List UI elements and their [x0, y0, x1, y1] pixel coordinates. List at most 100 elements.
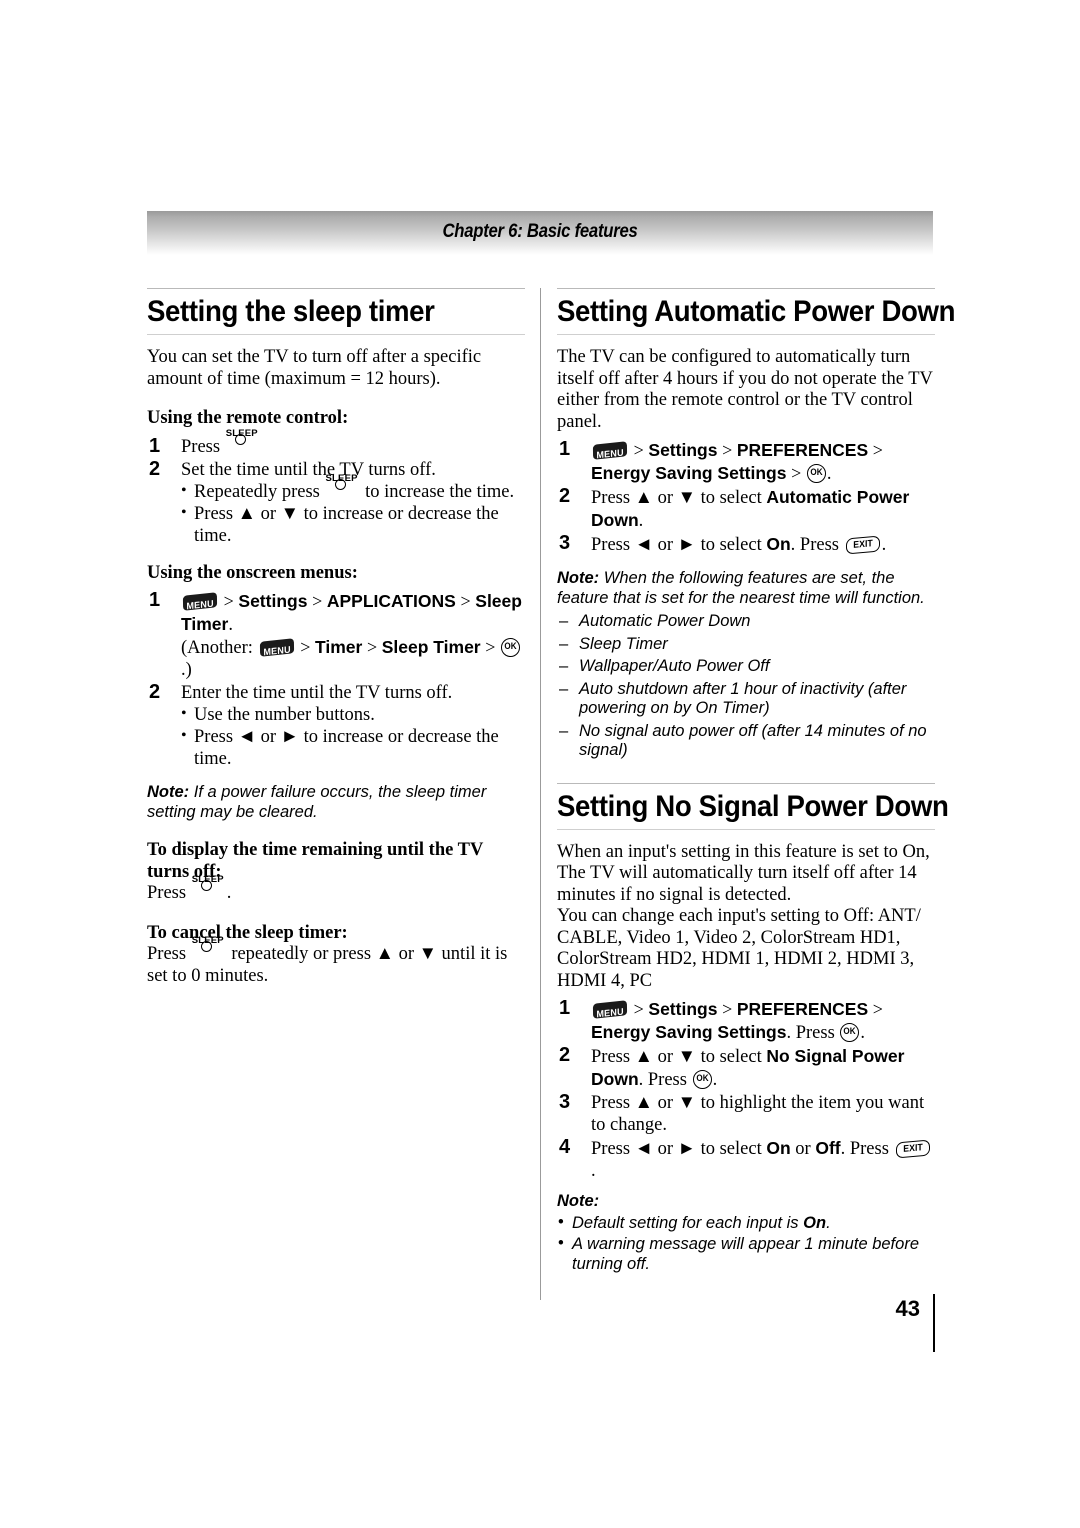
step-item: 1 MENU > Settings > APPLICATIONS > Sleep… — [147, 589, 525, 681]
step-number: 2 — [149, 457, 161, 480]
step-text: Press ▲ or ▼ to highlight the item you w… — [591, 1093, 925, 1135]
period: . — [591, 1161, 596, 1181]
ok-button-icon: OK — [840, 1023, 860, 1042]
sleep-icon-circle — [334, 478, 346, 490]
note-bullet-list: Default setting for each input is On. A … — [557, 1213, 935, 1275]
bullet-item: Press ◄ or ► to increase or decrease the… — [181, 725, 525, 770]
menu-icon-label: MENU — [186, 598, 214, 611]
intro-paragraph-2: You can change each input's setting to O… — [557, 906, 921, 991]
page-number: 43 — [895, 1296, 920, 1321]
heading-rule-top — [557, 782, 935, 784]
path-separator: > — [300, 637, 311, 657]
period: . — [228, 615, 233, 635]
path-separator: > — [460, 591, 471, 611]
note-feature-priority: Note: When the following features are se… — [557, 569, 935, 608]
note-label-block: Note: — [557, 1192, 935, 1212]
menu-button-icon: MENU — [592, 1000, 628, 1019]
step-number: 2 — [149, 681, 161, 703]
ok-button-icon: OK — [806, 464, 826, 483]
exit-icon-label: EXIT — [902, 1142, 923, 1155]
period: . — [860, 1023, 866, 1043]
heading-rule-top — [147, 288, 525, 289]
step-number: 4 — [559, 1136, 571, 1158]
menu-path-preferences: PREFERENCES — [736, 999, 869, 1019]
step-text: Set the time until the TV turns off. — [181, 459, 436, 480]
ok-button-icon: OK — [501, 638, 521, 657]
exit-button-icon: EXIT — [895, 1139, 930, 1159]
path-separator: > — [872, 440, 883, 460]
step-text-pre: Press ▲ or ▼ to select — [591, 488, 767, 508]
sleep-icon-circle — [200, 941, 212, 952]
intro-paragraph: You can set the TV to turn off after a s… — [147, 347, 482, 389]
step-number: 2 — [559, 1044, 571, 1066]
step-number: 1 — [149, 434, 161, 457]
step-text-pre: Press ◄ or ► to select — [591, 1139, 767, 1159]
step-item: 3 Press ◄ or ► to select On. Press EXIT. — [557, 532, 935, 556]
path-separator: > — [791, 463, 802, 483]
step-text-mid: . Press — [790, 535, 844, 555]
note-text: When the following features are set, the… — [557, 569, 925, 607]
path-separator: > — [312, 591, 323, 611]
bullet-item: Use the number buttons. — [181, 703, 525, 726]
menu-path-sleep-timer-alt: Sleep Timer — [381, 637, 481, 657]
step-text-pre: Press ▲ or ▼ to select — [591, 1047, 767, 1067]
chapter-title: Chapter 6: Basic features — [442, 221, 638, 242]
step-item: 4 Press ◄ or ► to select On or Off. Pres… — [557, 1136, 935, 1182]
menu-path-applications: APPLICATIONS — [326, 591, 456, 611]
step-number: 3 — [559, 1091, 571, 1113]
step-item: 1 Press SLEEP — [147, 428, 525, 458]
subhead-remote-control: Using the remote control: — [147, 408, 349, 428]
menu-icon-label: MENU — [596, 447, 624, 460]
step-item: 2 Set the time until the TV turns off. R… — [147, 457, 525, 547]
list-item: A warning message will appear 1 minute b… — [557, 1234, 935, 1274]
list-item: Auto shutdown after 1 hour of inactivity… — [557, 680, 935, 719]
step-number: 1 — [559, 438, 571, 460]
list-item: Sleep Timer — [557, 635, 935, 655]
steps-onscreen-menus: 1 MENU > Settings > APPLICATIONS > Sleep… — [147, 589, 525, 770]
step-item: 2 Press ▲ or ▼ to select Automatic Power… — [557, 485, 935, 532]
path-separator: > — [485, 637, 496, 657]
ok-icon-label: OK — [810, 467, 823, 477]
step-item: 3 Press ▲ or ▼ to highlight the item you… — [557, 1091, 935, 1136]
note-label: Note: — [147, 783, 190, 801]
exit-icon-label: EXIT — [852, 538, 873, 551]
heading-rule-bottom — [557, 828, 935, 830]
cancel-timer-instruction: Press SLEEP repeatedly or press ▲ or ▼ u… — [147, 935, 525, 987]
heading-rule-bottom — [147, 334, 525, 335]
sleep-button-icon: SLEEP — [192, 935, 226, 959]
option-on: On — [766, 534, 791, 554]
column-divider — [540, 288, 541, 1300]
period: . — [826, 464, 832, 484]
path-separator: > — [872, 999, 883, 1019]
sleep-button-icon: SLEEP — [226, 428, 260, 452]
step-text-mid: . Press — [840, 1139, 894, 1159]
note-label: Note: — [557, 569, 600, 587]
bullet-text-b: to increase the time. — [360, 481, 515, 502]
step-item: 2 Enter the time until the TV turns off.… — [147, 681, 525, 770]
path-separator: > — [722, 999, 733, 1019]
menu-button-icon: MENU — [182, 592, 218, 611]
menu-path-settings: Settings — [648, 999, 718, 1019]
section-automatic-power-down: Setting Automatic Power Down The TV can … — [557, 288, 956, 761]
page-title-automatic-power-down: Setting Automatic Power Down — [557, 295, 956, 328]
step-item: 1 MENU > Settings > PREFERENCES > Energy… — [557, 997, 935, 1044]
heading-rule-bottom — [557, 334, 935, 335]
page-title-no-signal-power-down: Setting No Signal Power Down — [557, 789, 949, 823]
section-no-signal-power-down: Setting No Signal Power Down When an inp… — [557, 782, 949, 1275]
note-power-failure: Note: If a power failure occurs, the sle… — [147, 783, 525, 822]
another-path-open: (Another: — [181, 638, 258, 658]
another-path-close: .) — [181, 660, 192, 680]
list-item: Wallpaper/Auto Power Off — [557, 657, 935, 677]
feature-dash-list: Automatic Power Down Sleep Timer Wallpap… — [557, 612, 935, 761]
step-bullet-list: Use the number buttons. Press ◄ or ► to … — [181, 703, 525, 770]
bullet-item: Repeatedly press SLEEP to increase the t… — [181, 473, 525, 503]
subhead-onscreen-menus: Using the onscreen menus: — [147, 562, 358, 583]
document-page: Chapter 6: Basic features Setting the sl… — [0, 0, 1080, 1528]
path-separator: > — [633, 440, 644, 460]
step-number: 1 — [149, 589, 161, 611]
sleep-button-icon: SLEEP — [326, 473, 360, 497]
exit-button-icon: EXIT — [845, 535, 880, 555]
menu-path-preferences: PREFERENCES — [736, 440, 869, 460]
option-off: Off — [815, 1138, 841, 1158]
menu-path-settings: Settings — [648, 440, 718, 460]
